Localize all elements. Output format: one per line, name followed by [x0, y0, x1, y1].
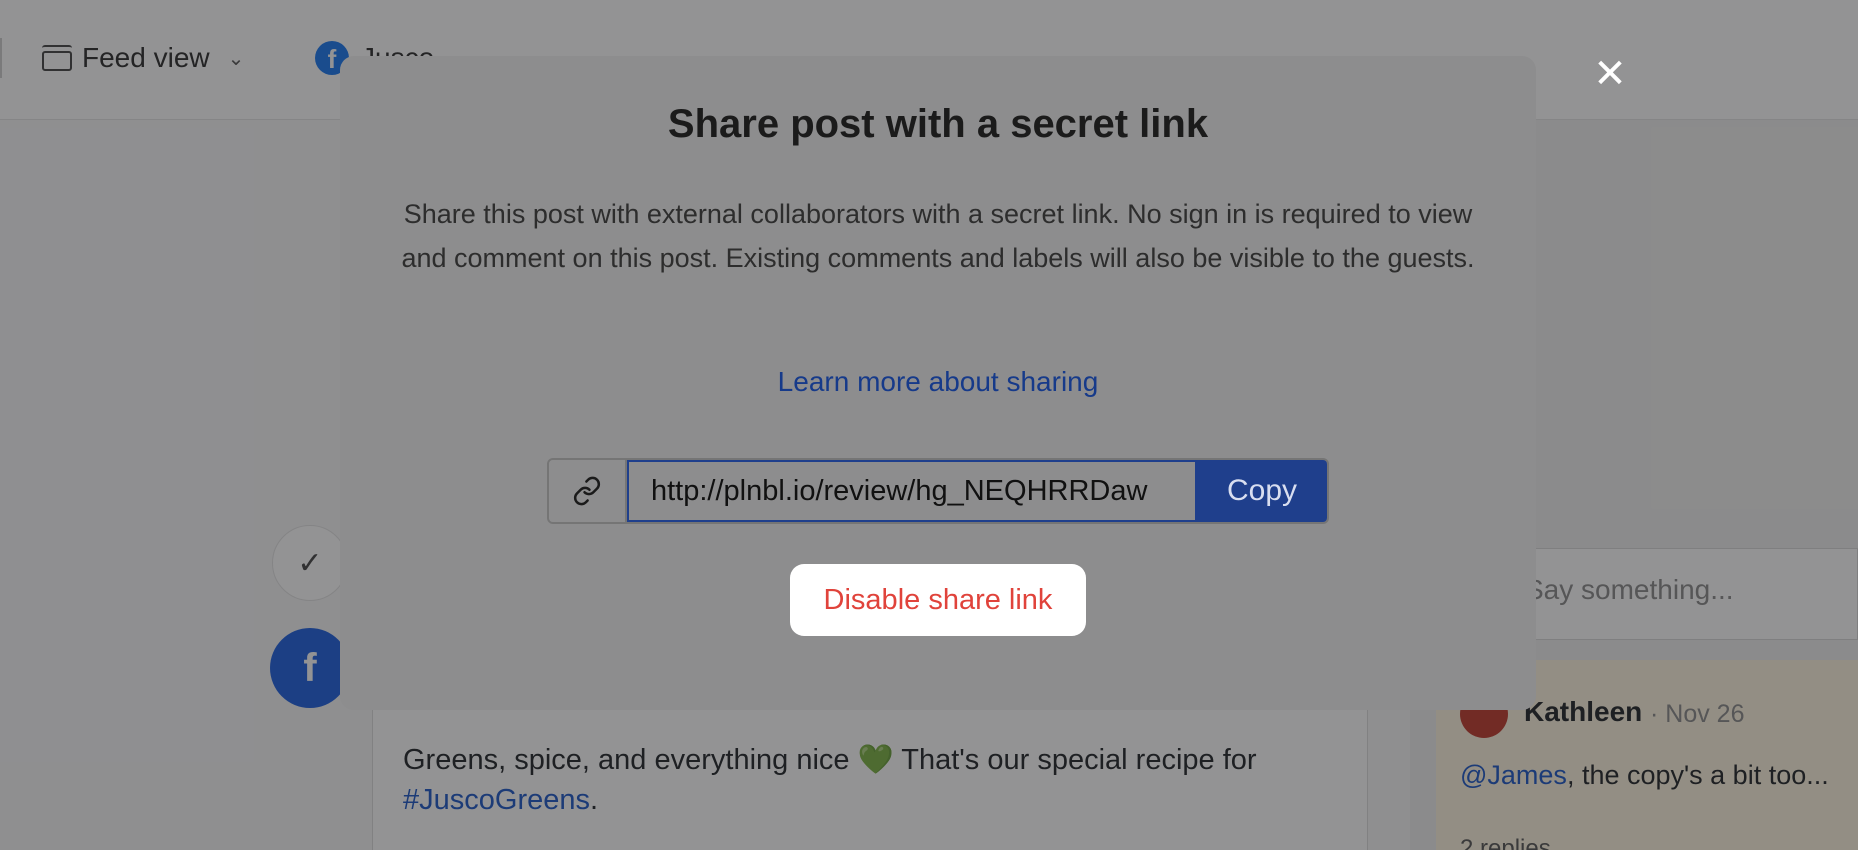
modal-description: Share this post with external collaborat… — [401, 199, 1475, 273]
modal-title: Share post with a secret link — [667, 102, 1209, 146]
share-link-group: Copy — [547, 458, 1329, 524]
copy-button[interactable]: Copy — [1197, 460, 1327, 522]
share-link-input[interactable] — [627, 460, 1197, 522]
disable-share-link-button[interactable]: Disable share link — [790, 564, 1086, 636]
share-modal: Share post with a secret link Share this… — [340, 56, 1536, 710]
learn-more-link[interactable]: Learn more about sharing — [340, 366, 1536, 398]
close-icon[interactable]: ✕ — [1588, 52, 1632, 96]
link-icon — [549, 460, 627, 522]
